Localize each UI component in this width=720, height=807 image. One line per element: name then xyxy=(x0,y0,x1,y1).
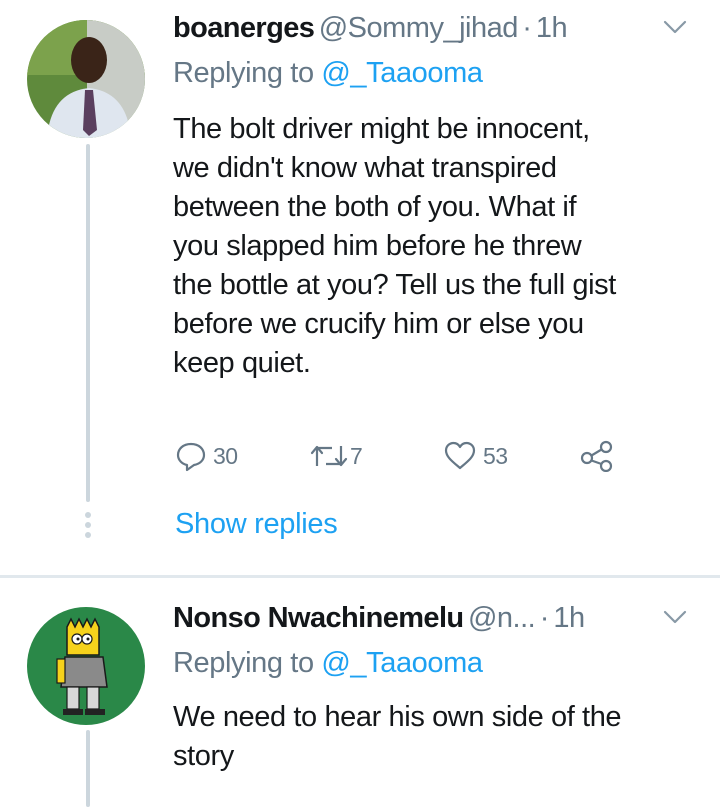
tweet-text-line: We need to hear his own side of the xyxy=(173,701,622,733)
tweet-text: We need to hear his own side of the stor… xyxy=(173,698,703,776)
mention-link[interactable]: @_Taaooma xyxy=(321,647,483,679)
share-icon xyxy=(580,440,613,472)
tweet-actions: 30 7 53 xyxy=(173,436,643,476)
tweet[interactable]: boanerges @Sommy_jihad · 1h Replying to … xyxy=(0,0,720,575)
tweet-text-line: The bolt driver might be innocent, xyxy=(173,113,590,145)
thread-line xyxy=(86,144,90,502)
separator: · xyxy=(539,602,550,634)
reply-icon xyxy=(176,442,206,472)
display-name[interactable]: Nonso Nwachinemelu xyxy=(173,602,464,634)
like-count: 53 xyxy=(483,442,508,469)
avatar[interactable] xyxy=(27,607,145,725)
thread-dots xyxy=(83,512,93,542)
tweet-text-line: between the both of you. What if xyxy=(173,191,577,223)
replying-to-label: Replying to xyxy=(173,57,322,89)
tweet-text-line: you slapped him before he threw xyxy=(173,230,582,262)
tweet-text-line: keep quiet. xyxy=(173,347,311,379)
tweet-header: Nonso Nwachinemelu @n... · 1h xyxy=(173,602,700,642)
show-replies-link[interactable]: Show replies xyxy=(175,508,338,541)
replying-to: Replying to @_Taaooma xyxy=(173,647,483,680)
separator: · xyxy=(522,12,532,44)
tweet[interactable]: Nonso Nwachinemelu @n... · 1h Replying t… xyxy=(0,578,720,807)
tweet-text-line: before we crucify him or else you xyxy=(173,308,584,340)
like-icon xyxy=(444,441,476,470)
reply-count: 30 xyxy=(213,442,238,469)
chevron-down-icon[interactable] xyxy=(662,608,688,626)
tweet-text-line: we didn't know what transpired xyxy=(173,152,557,184)
user-handle[interactable]: @n... xyxy=(468,602,536,634)
user-handle[interactable]: @Sommy_jihad xyxy=(319,12,519,44)
retweet-button[interactable]: 7 xyxy=(308,436,363,476)
retweet-count: 7 xyxy=(350,442,363,469)
avatar[interactable] xyxy=(27,20,145,138)
timestamp[interactable]: 1h xyxy=(553,602,585,634)
reply-button[interactable]: 30 xyxy=(175,436,238,476)
timestamp[interactable]: 1h xyxy=(536,12,568,44)
thread-line xyxy=(86,730,90,807)
tweet-text: The bolt driver might be innocent, we di… xyxy=(173,110,703,383)
mention-link[interactable]: @_Taaooma xyxy=(321,57,483,89)
tweet-header: boanerges @Sommy_jihad · 1h xyxy=(173,12,700,52)
replying-to: Replying to @_Taaooma xyxy=(173,57,483,90)
retweet-icon xyxy=(310,445,348,467)
tweet-text-line: story xyxy=(173,740,234,772)
chevron-down-icon[interactable] xyxy=(662,18,688,36)
share-button[interactable] xyxy=(579,436,615,476)
like-button[interactable]: 53 xyxy=(443,436,508,476)
tweet-text-line: the bottle at you? Tell us the full gist xyxy=(173,269,616,301)
replying-to-label: Replying to xyxy=(173,647,322,679)
display-name[interactable]: boanerges xyxy=(173,12,315,44)
